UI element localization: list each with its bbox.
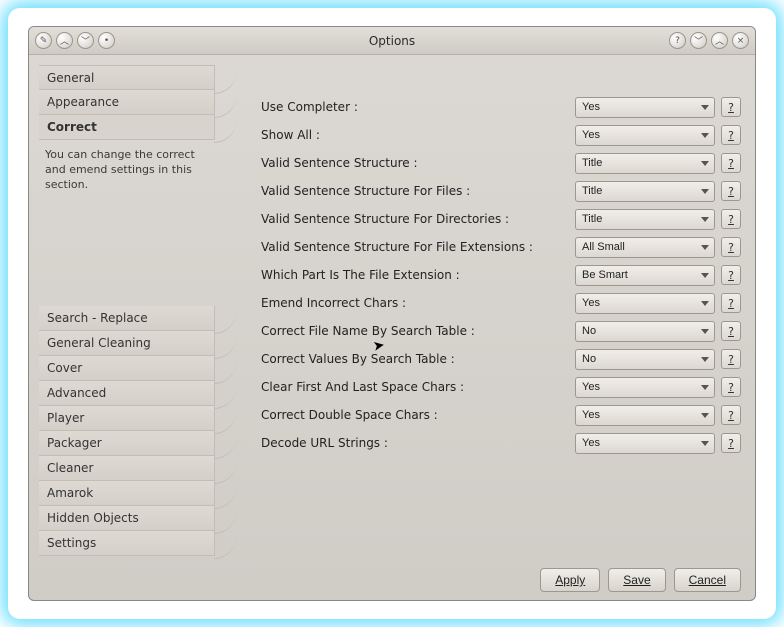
sidebar-item-label: Amarok: [47, 486, 93, 500]
setting-row: Valid Sentence Structure For Directories…: [261, 205, 741, 233]
setting-label: Valid Sentence Structure For File Extens…: [261, 240, 569, 254]
section-description: You can change the correct and emend set…: [39, 140, 215, 201]
setting-select[interactable]: Yes: [575, 293, 715, 314]
setting-label: Emend Incorrect Chars :: [261, 296, 569, 310]
setting-select[interactable]: Yes: [575, 125, 715, 146]
down-icon[interactable]: ﹀: [77, 32, 94, 49]
help-button[interactable]: ?: [721, 237, 741, 257]
up-icon[interactable]: ︿: [56, 32, 73, 49]
sidebar-item-cover[interactable]: Cover: [39, 356, 215, 381]
sidebar: General Appearance Correct You can chang…: [39, 65, 215, 556]
titlebar: ✎ ︿ ﹀ • Options ? ﹀ ︿ ×: [29, 27, 755, 55]
setting-label: Use Completer :: [261, 100, 569, 114]
help-button[interactable]: ?: [721, 405, 741, 425]
sidebar-item-amarok[interactable]: Amarok: [39, 481, 215, 506]
setting-row: Correct File Name By Search Table : No?: [261, 317, 741, 345]
sidebar-item-general[interactable]: General: [39, 65, 215, 90]
sidebar-item-settings[interactable]: Settings: [39, 531, 215, 556]
help-button[interactable]: ?: [721, 433, 741, 453]
sidebar-item-search-replace[interactable]: Search - Replace: [39, 306, 215, 331]
settings-panel: Use Completer :Yes?Show All :Yes?Valid S…: [217, 65, 745, 556]
sidebar-item-label: General Cleaning: [47, 336, 151, 350]
setting-row: Valid Sentence Structure For File Extens…: [261, 233, 741, 261]
apply-button[interactable]: Apply: [540, 568, 600, 592]
setting-row: Correct Double Space Chars : Yes?: [261, 401, 741, 429]
footer: Apply Save Cancel: [29, 560, 755, 600]
help-button[interactable]: ?: [721, 181, 741, 201]
setting-select[interactable]: No: [575, 321, 715, 342]
sidebar-item-player[interactable]: Player: [39, 406, 215, 431]
sidebar-item-label: Search - Replace: [47, 311, 148, 325]
setting-row: Clear First And Last Space Chars : Yes?: [261, 373, 741, 401]
setting-select[interactable]: Yes: [575, 433, 715, 454]
help-button[interactable]: ?: [721, 349, 741, 369]
wrench-icon[interactable]: ✎: [35, 32, 52, 49]
sidebar-item-label: Cover: [47, 361, 82, 375]
setting-label: Valid Sentence Structure For Directories…: [261, 212, 569, 226]
sidebar-item-packager[interactable]: Packager: [39, 431, 215, 456]
setting-row: Valid Sentence Structure : Title?: [261, 149, 741, 177]
setting-select[interactable]: Title: [575, 153, 715, 174]
sidebar-item-label: Cleaner: [47, 461, 93, 475]
window-title: Options: [115, 34, 669, 48]
setting-label: Valid Sentence Structure For Files :: [261, 184, 569, 198]
setting-select[interactable]: All Small: [575, 237, 715, 258]
sidebar-item-hidden-objects[interactable]: Hidden Objects: [39, 506, 215, 531]
help-button[interactable]: ?: [721, 209, 741, 229]
dot-icon[interactable]: •: [98, 32, 115, 49]
save-button[interactable]: Save: [608, 568, 665, 592]
minimize-icon[interactable]: ﹀: [690, 32, 707, 49]
setting-select[interactable]: Title: [575, 181, 715, 202]
sidebar-item-label: Player: [47, 411, 84, 425]
sidebar-item-general-cleaning[interactable]: General Cleaning: [39, 331, 215, 356]
help-button[interactable]: ?: [721, 125, 741, 145]
help-button[interactable]: ?: [721, 97, 741, 117]
maximize-icon[interactable]: ︿: [711, 32, 728, 49]
sidebar-item-advanced[interactable]: Advanced: [39, 381, 215, 406]
setting-row: Decode URL Strings : Yes?: [261, 429, 741, 457]
sidebar-item-label: General: [47, 71, 94, 85]
sidebar-item-correct[interactable]: Correct: [39, 115, 215, 140]
sidebar-item-label: Settings: [47, 536, 96, 550]
setting-row: Use Completer : Yes?: [261, 93, 741, 121]
options-window: ✎ ︿ ﹀ • Options ? ﹀ ︿ × General Appearan…: [28, 26, 756, 601]
help-button[interactable]: ?: [721, 293, 741, 313]
setting-select[interactable]: Yes: [575, 405, 715, 426]
setting-label: Show All :: [261, 128, 569, 142]
help-button[interactable]: ?: [721, 265, 741, 285]
sidebar-item-appearance[interactable]: Appearance: [39, 90, 215, 115]
setting-select[interactable]: No: [575, 349, 715, 370]
setting-label: Correct Values By Search Table :: [261, 352, 569, 366]
setting-select[interactable]: Yes: [575, 377, 715, 398]
setting-row: Correct Values By Search Table : No?: [261, 345, 741, 373]
help-button[interactable]: ?: [721, 377, 741, 397]
setting-row: Show All : Yes?: [261, 121, 741, 149]
sidebar-item-cleaner[interactable]: Cleaner: [39, 456, 215, 481]
setting-select[interactable]: Yes: [575, 97, 715, 118]
setting-label: Clear First And Last Space Chars :: [261, 380, 569, 394]
sidebar-item-label: Appearance: [47, 95, 119, 109]
setting-label: Which Part Is The File Extension :: [261, 268, 569, 282]
setting-row: Emend Incorrect Chars : Yes?: [261, 289, 741, 317]
close-icon[interactable]: ×: [732, 32, 749, 49]
help-button[interactable]: ?: [721, 321, 741, 341]
whatsthis-icon[interactable]: ?: [669, 32, 686, 49]
setting-label: Correct File Name By Search Table :: [261, 324, 569, 338]
setting-row: Which Part Is The File Extension : Be Sma…: [261, 261, 741, 289]
setting-row: Valid Sentence Structure For Files : Titl…: [261, 177, 741, 205]
sidebar-item-label: Correct: [47, 120, 97, 134]
sidebar-item-label: Advanced: [47, 386, 106, 400]
setting-label: Valid Sentence Structure :: [261, 156, 569, 170]
setting-label: Decode URL Strings :: [261, 436, 569, 450]
sidebar-item-label: Hidden Objects: [47, 511, 139, 525]
sidebar-item-label: Packager: [47, 436, 102, 450]
setting-select[interactable]: Be Smart: [575, 265, 715, 286]
cancel-button[interactable]: Cancel: [674, 568, 741, 592]
help-button[interactable]: ?: [721, 153, 741, 173]
setting-label: Correct Double Space Chars :: [261, 408, 569, 422]
setting-select[interactable]: Title: [575, 209, 715, 230]
